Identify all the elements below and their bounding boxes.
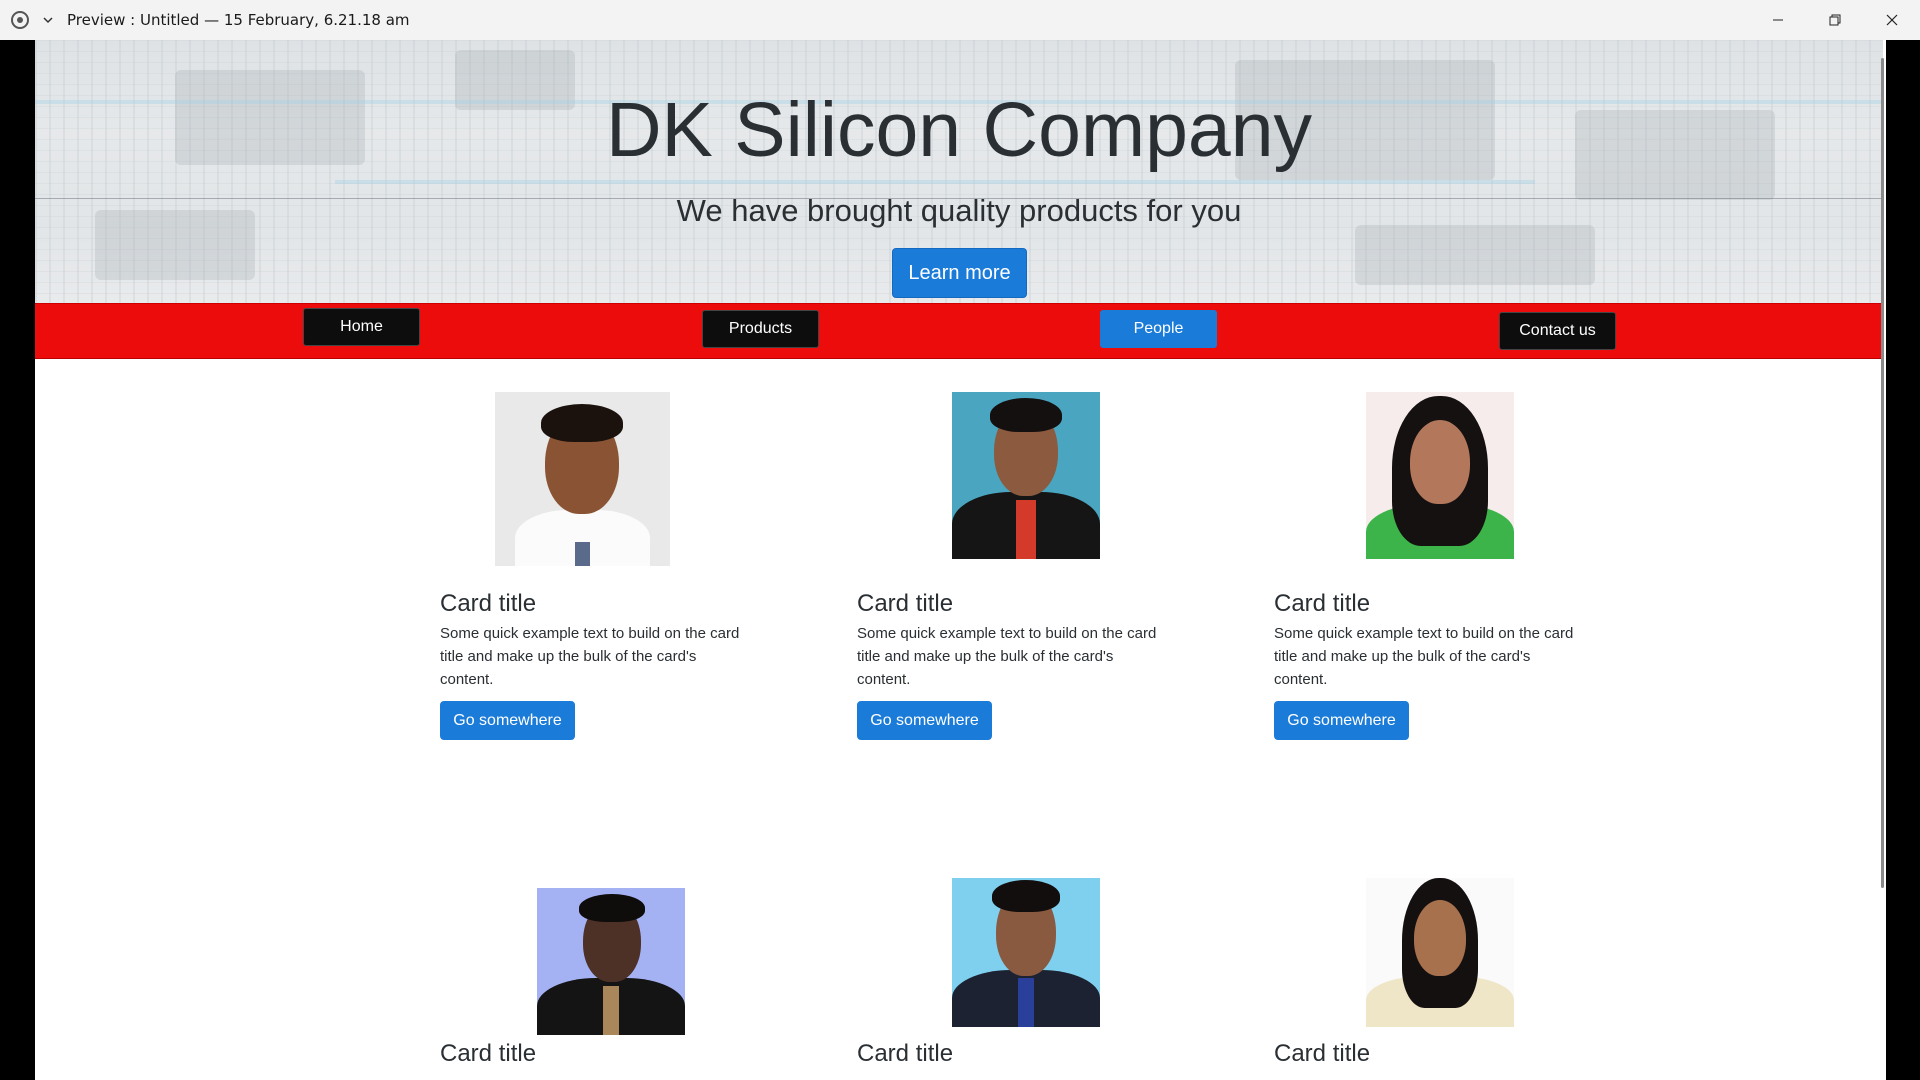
hair-graphic [579, 894, 645, 922]
person-photo [1366, 878, 1514, 1027]
face-graphic [1410, 420, 1470, 504]
minimize-icon [1772, 19, 1783, 21]
tie-graphic [575, 542, 590, 566]
card-text: Some quick example text to build on the … [857, 625, 1157, 688]
person-photo [537, 888, 685, 1035]
learn-more-button[interactable]: Learn more [892, 248, 1027, 298]
minimize-button[interactable] [1749, 0, 1806, 40]
page-viewport: DK Silicon Company We have brought quali… [35, 40, 1883, 1080]
go-somewhere-button[interactable]: Go somewhere [857, 701, 992, 740]
card-text: Some quick example text to build on the … [440, 625, 740, 688]
person-photo [952, 392, 1100, 559]
person-photo [495, 392, 670, 566]
nav-contact-button[interactable]: Contact us [1499, 312, 1616, 350]
close-button[interactable] [1863, 0, 1920, 40]
hair-graphic [992, 880, 1060, 912]
nav-people-button[interactable]: People [1100, 310, 1217, 348]
hair-graphic [541, 404, 623, 442]
hero-title: DK Silicon Company [605, 87, 1313, 173]
close-icon [1886, 14, 1897, 26]
restore-button[interactable] [1806, 0, 1863, 40]
card-title: Card title [440, 1040, 537, 1067]
go-somewhere-button[interactable]: Go somewhere [440, 701, 575, 740]
nav-home-button[interactable]: Home [303, 308, 420, 346]
tie-graphic [1018, 978, 1034, 1027]
tie-graphic [1016, 500, 1036, 559]
card-title: Card title [440, 590, 537, 617]
nav-products-button[interactable]: Products [702, 310, 819, 348]
chevron-down-icon[interactable] [43, 15, 53, 25]
restore-icon [1829, 14, 1840, 26]
main-navbar: Home Products People Contact us [35, 303, 1883, 359]
window-controls [1749, 0, 1920, 40]
card-text: Some quick example text to build on the … [1274, 625, 1574, 688]
hair-graphic [990, 398, 1062, 432]
card-title: Card title [857, 1040, 954, 1067]
window-titlebar: Preview : Untitled — 15 February, 6.21.1… [0, 0, 1920, 40]
record-icon[interactable] [11, 11, 29, 29]
card-title: Card title [857, 590, 954, 617]
person-photo [1366, 392, 1514, 559]
person-photo [952, 878, 1100, 1027]
window-title: Preview : Untitled — 15 February, 6.21.1… [67, 11, 410, 29]
scrollbar-thumb[interactable] [1881, 58, 1884, 888]
face-graphic [1414, 900, 1466, 976]
go-somewhere-button[interactable]: Go somewhere [1274, 701, 1409, 740]
hero-banner: DK Silicon Company We have brought quali… [35, 40, 1883, 305]
hero-subtitle: We have brought quality products for you [676, 193, 1242, 228]
card-title: Card title [1274, 1040, 1371, 1067]
card-title: Card title [1274, 590, 1371, 617]
tie-graphic [603, 986, 619, 1035]
